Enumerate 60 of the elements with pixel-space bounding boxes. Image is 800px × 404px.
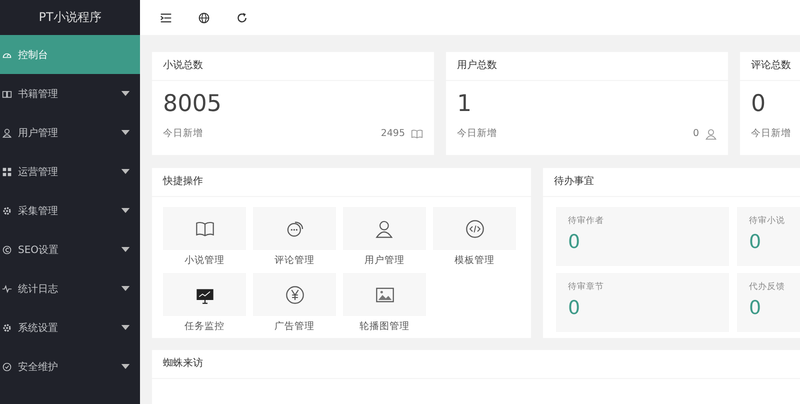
todo-label: 待审作者 <box>568 215 605 227</box>
todo-count: 0 <box>749 297 762 319</box>
shortcut-tile[interactable] <box>163 207 246 250</box>
user-icon <box>2 128 12 138</box>
gear-icon <box>2 206 12 216</box>
todo-count: 0 <box>749 231 762 253</box>
card-title: 评论总数 <box>740 52 800 81</box>
todo-label: 代办反馈 <box>749 281 786 293</box>
shortcut-tile[interactable] <box>343 273 426 316</box>
shortcut-tile[interactable] <box>253 207 336 250</box>
sidebar-item[interactable]: 用户管理 <box>0 113 140 152</box>
book-icon <box>411 128 423 140</box>
stat-sub-value: 0 <box>692 128 699 139</box>
stat-value: 1 <box>457 91 473 119</box>
shortcut-label: 任务监控 <box>184 320 226 334</box>
card-title: 用户总数 <box>446 52 728 81</box>
todo-label: 待审章节 <box>568 281 605 293</box>
stat-label: 今日新增 <box>751 127 791 140</box>
sidebar-item[interactable]: SEO设置 <box>0 230 140 269</box>
todo-count: 0 <box>568 231 582 253</box>
sidebar-item[interactable]: 统计日志 <box>0 269 140 308</box>
shortcut-tile[interactable] <box>253 273 336 316</box>
stat-value: 8005 <box>163 91 223 119</box>
yen-icon <box>284 284 304 304</box>
sidebar-item[interactable]: 书籍管理 <box>0 74 140 113</box>
menu-icon[interactable] <box>160 12 172 24</box>
card-title: 待办事宜 <box>543 168 800 197</box>
pulse-icon <box>2 284 12 294</box>
chat-icon <box>284 218 304 238</box>
shortcut-label: 轮播图管理 <box>358 320 410 334</box>
user-icon <box>374 218 394 238</box>
shortcut-label: 评论管理 <box>274 254 316 268</box>
shortcut-label: 用户管理 <box>364 254 406 268</box>
sidebar-item[interactable]: 运营管理 <box>0 152 140 191</box>
todo-label: 待审小说 <box>749 215 786 227</box>
sidebar-item[interactable]: 安全维护 <box>0 347 140 386</box>
grid-icon <box>2 166 12 176</box>
code-icon <box>464 218 484 238</box>
user-icon <box>705 128 717 140</box>
gear-icon <box>2 322 12 332</box>
stat-label: 今日新增 <box>457 127 497 140</box>
shortcut-label: 小说管理 <box>184 254 226 268</box>
stat-label: 今日新增 <box>163 127 203 140</box>
shortcut-tile[interactable] <box>433 207 516 250</box>
card-title: 小说总数 <box>152 52 434 81</box>
shortcut-label: 模板管理 <box>454 254 496 268</box>
card-title: 蜘蛛来访 <box>152 350 800 379</box>
shortcut-tile[interactable] <box>163 273 246 316</box>
stat-sub-value: 2495 <box>380 128 405 139</box>
globe-icon[interactable] <box>198 12 210 24</box>
refresh-icon[interactable] <box>236 12 248 24</box>
app-title: PT小说程序 <box>38 9 102 26</box>
shortcut-label: 广告管理 <box>274 320 316 334</box>
book-icon <box>2 88 12 98</box>
sidebar-item[interactable]: 采集管理 <box>0 191 140 230</box>
todo-count: 0 <box>568 297 582 319</box>
stat-value: 0 <box>751 91 767 119</box>
shortcut-tile[interactable] <box>343 207 426 250</box>
sidebar-item[interactable]: 系统设置 <box>0 308 140 347</box>
card-title: 快捷操作 <box>152 168 531 197</box>
